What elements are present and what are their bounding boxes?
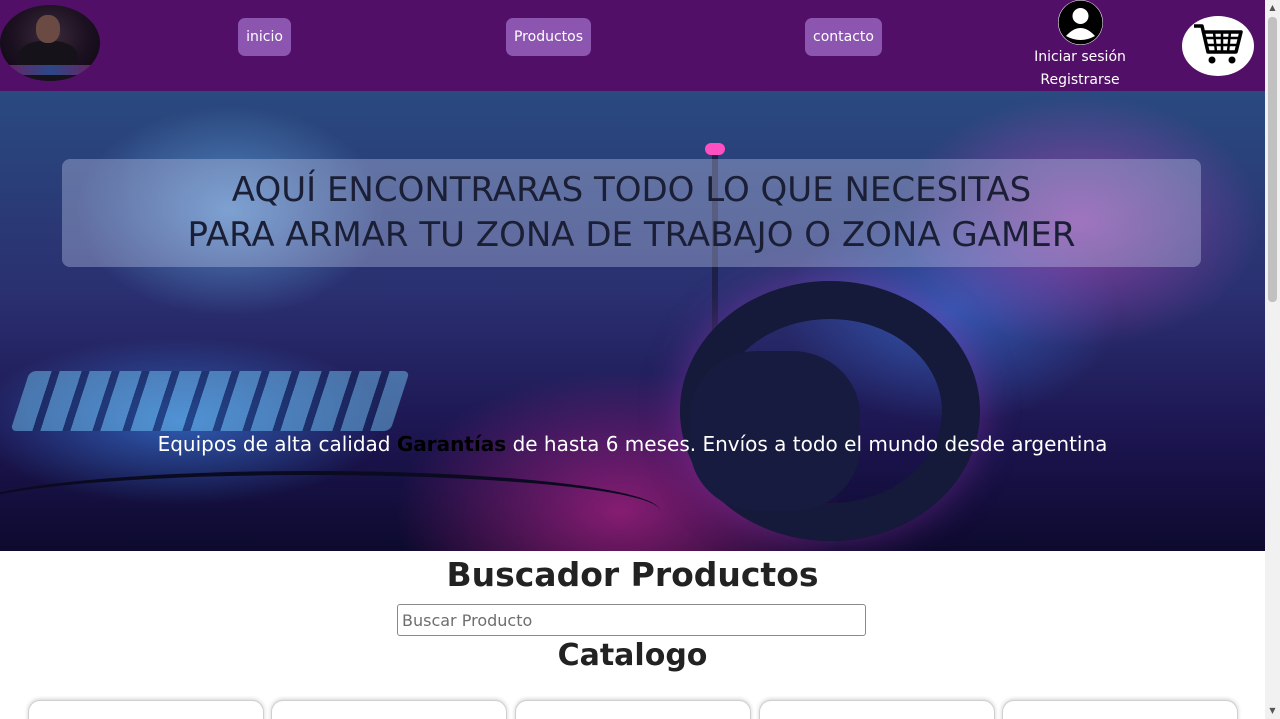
- nav-contacto-button[interactable]: contacto: [805, 18, 882, 56]
- hero-title-box: AQUÍ ENCONTRARAS TODO LO QUE NECESITAS P…: [62, 159, 1201, 267]
- hero-title-line-1: AQUÍ ENCONTRARAS TODO LO QUE NECESITAS: [231, 170, 1032, 210]
- hero-sub-part-2: de hasta 6 meses. Envíos a todo el mundo…: [512, 432, 1108, 456]
- site-logo[interactable]: [0, 5, 100, 81]
- scroll-up-icon[interactable]: ▲: [1268, 3, 1277, 13]
- product-card[interactable]: [271, 700, 507, 719]
- product-card[interactable]: [515, 700, 751, 719]
- hero-sub-part-1: Equipos de alta calidad: [157, 432, 391, 456]
- product-card[interactable]: [759, 700, 995, 719]
- scrollbar-thumb[interactable]: [1268, 17, 1277, 302]
- register-link[interactable]: Registrarse: [1030, 72, 1130, 88]
- login-link[interactable]: Iniciar sesión: [1030, 49, 1130, 65]
- scroll-down-icon[interactable]: ▼: [1268, 706, 1277, 716]
- page: { "header": { "nav": { "inicio": "inicio…: [0, 0, 1280, 719]
- vertical-scrollbar[interactable]: ▲ ▼: [1265, 0, 1280, 719]
- hero-sub-bold: Garantías: [396, 432, 507, 456]
- cart-button[interactable]: [1182, 16, 1254, 76]
- cart-icon: [1192, 22, 1244, 70]
- user-icon[interactable]: [1058, 0, 1103, 45]
- site-header: inicio Productos contacto Iniciar sesión…: [0, 0, 1265, 91]
- hero-banner: AQUÍ ENCONTRARAS TODO LO QUE NECESITAS P…: [0, 91, 1265, 551]
- hero-subtitle: Equipos de alta calidad Garantías de has…: [0, 432, 1265, 456]
- catalog-title: Catalogo: [557, 638, 708, 673]
- hero-title-line-2: PARA ARMAR TU ZONA DE TRABAJO O ZONA GAM…: [187, 215, 1076, 255]
- product-card[interactable]: [1002, 700, 1238, 719]
- search-title: Buscador Productos: [446, 555, 819, 594]
- nav-inicio-button[interactable]: inicio: [238, 18, 291, 56]
- hero-keyboard-graphic: [10, 371, 410, 431]
- product-card[interactable]: [28, 700, 264, 719]
- nav-productos-button[interactable]: Productos: [506, 18, 591, 56]
- search-input[interactable]: [397, 604, 866, 636]
